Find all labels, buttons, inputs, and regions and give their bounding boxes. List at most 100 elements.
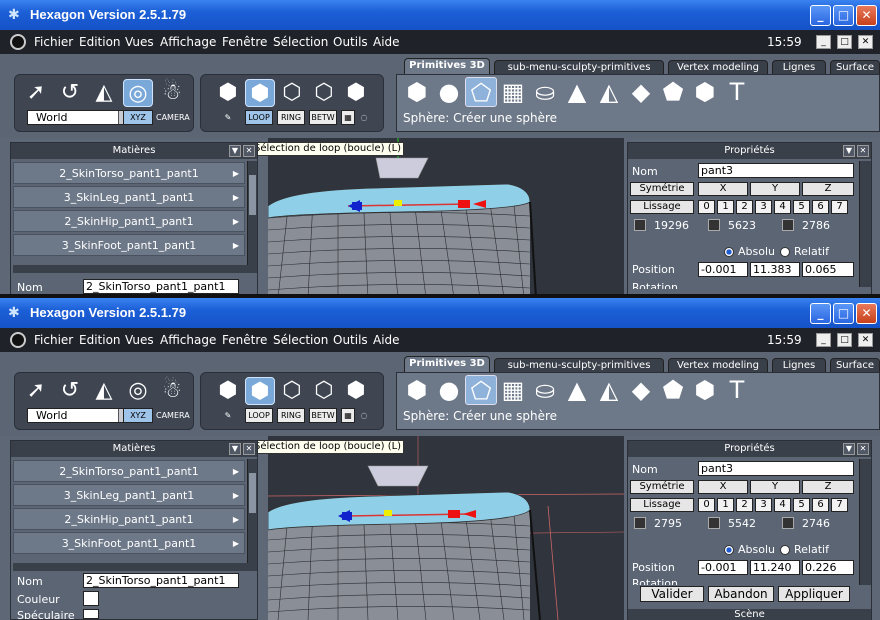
lissage-button[interactable]: Lissage xyxy=(630,498,694,512)
tab-primitives-3d[interactable]: Primitives 3D xyxy=(404,58,490,75)
symetrie-button[interactable]: Symétrie xyxy=(630,182,694,196)
doc-minimize-button[interactable]: _ xyxy=(816,35,831,49)
polyhedron-primitive-icon[interactable]: ⬢ xyxy=(689,77,721,107)
face-select-cube-icon[interactable]: ⬢ xyxy=(245,79,275,107)
tab-lignes[interactable]: Lignes xyxy=(772,358,826,373)
ring-button[interactable]: RING xyxy=(277,110,305,125)
smooth-level-3[interactable]: 3 xyxy=(755,200,772,214)
lissage-button[interactable]: Lissage xyxy=(630,200,694,214)
smooth-level-0[interactable]: 0 xyxy=(698,200,715,214)
smooth-level-4[interactable]: 4 xyxy=(774,200,791,214)
loop-button[interactable]: LOOP xyxy=(245,110,273,125)
maximize-button[interactable]: □ xyxy=(833,303,854,324)
tab-sculpty-primitives[interactable]: sub-menu-sculpty-primitives xyxy=(494,60,664,75)
menu-fichier[interactable]: Fichier xyxy=(34,333,73,347)
tab-vertex-modeling[interactable]: Vertex modeling xyxy=(668,358,768,373)
position-x-field[interactable]: -0.001 xyxy=(698,560,748,575)
minimize-button[interactable]: _ xyxy=(810,303,831,324)
scrollbar-thumb[interactable] xyxy=(249,473,256,513)
menu-selection[interactable]: Sélection xyxy=(273,333,328,347)
camera-button[interactable]: CAMERA xyxy=(155,110,190,125)
rotate-icon[interactable]: ◎ xyxy=(123,79,153,107)
menu-fenetre[interactable]: Fenêtre xyxy=(222,333,267,347)
material-item[interactable]: 2_SkinHip_pant1_pant1 ▶ xyxy=(13,508,245,530)
lasso-icon[interactable]: ↺ xyxy=(55,377,85,405)
panel-collapse-icon[interactable]: ▼ xyxy=(229,145,241,157)
absolu-radio[interactable] xyxy=(724,247,734,257)
abandon-button[interactable]: Abandon xyxy=(708,586,774,602)
point-select-cube-icon[interactable]: ⬡ xyxy=(309,377,339,405)
menu-outils[interactable]: Outils xyxy=(333,35,368,49)
material-name-field[interactable]: 2_SkinTorso_pant1_pant1 xyxy=(83,279,239,294)
edge-select-cube-icon[interactable]: ⬡ xyxy=(277,79,307,107)
cube-primitive-icon[interactable]: ⬢ xyxy=(401,77,433,107)
material-item[interactable]: 3_SkinLeg_pant1_pant1 ▶ xyxy=(13,186,245,208)
position-x-field[interactable]: -0.001 xyxy=(698,262,748,277)
select-arrow-icon[interactable]: ➚ xyxy=(21,79,51,107)
materials-scrollbar[interactable] xyxy=(247,161,257,265)
cylinder-primitive-icon[interactable]: ⛀ xyxy=(529,375,561,405)
doc-close-button[interactable]: ✕ xyxy=(858,333,873,347)
minimize-button[interactable]: _ xyxy=(810,5,831,26)
smooth-level-1[interactable]: 1 xyxy=(717,200,734,214)
point-select-cube-icon[interactable]: ⬡ xyxy=(309,79,339,107)
face-select-cube-icon[interactable]: ⬢ xyxy=(245,377,275,405)
scale-icon[interactable]: ◭ xyxy=(89,79,119,107)
loop-button[interactable]: LOOP xyxy=(245,408,273,423)
material-item[interactable]: 3_SkinFoot_pant1_pant1 ▶ xyxy=(13,234,245,256)
doc-restore-button[interactable]: □ xyxy=(837,333,852,347)
3d-viewport[interactable] xyxy=(268,436,624,620)
object-select-cube-icon[interactable]: ⬢ xyxy=(213,79,243,107)
menu-fichier[interactable]: Fichier xyxy=(34,35,73,49)
rotate-icon[interactable]: ◎ xyxy=(123,377,153,405)
polyhedron-primitive-icon[interactable]: ⬢ xyxy=(689,375,721,405)
panel-close-icon[interactable]: ✕ xyxy=(857,145,869,157)
menu-selection[interactable]: Sélection xyxy=(273,35,328,49)
appliquer-button[interactable]: Appliquer xyxy=(778,586,850,602)
material-item[interactable]: 3_SkinFoot_pant1_pant1 ▶ xyxy=(13,532,245,554)
smooth-level-5[interactable]: 5 xyxy=(793,200,810,214)
scale-icon[interactable]: ◭ xyxy=(89,377,119,405)
grid-select-icon[interactable]: ▦ xyxy=(341,408,355,423)
cube-primitive-icon[interactable]: ⬢ xyxy=(401,375,433,405)
menu-affichage[interactable]: Affichage xyxy=(160,35,216,49)
materials-scrollbar[interactable] xyxy=(247,459,257,563)
pyramid-primitive-icon[interactable]: ◭ xyxy=(593,77,625,107)
menu-aide[interactable]: Aide xyxy=(373,333,400,347)
smooth-level-6[interactable]: 6 xyxy=(812,200,829,214)
auto-select-cube-icon[interactable]: ⬢ xyxy=(341,377,371,405)
menu-affichage[interactable]: Affichage xyxy=(160,333,216,347)
tab-primitives-3d[interactable]: Primitives 3D xyxy=(404,356,490,373)
plane-primitive-icon[interactable]: ▦ xyxy=(497,375,529,405)
plane-primitive-icon[interactable]: ▦ xyxy=(497,77,529,107)
panel-collapse-icon[interactable]: ▼ xyxy=(843,443,855,455)
symmetry-y-button[interactable]: Y xyxy=(750,480,800,494)
auto-select-cube-icon[interactable]: ⬢ xyxy=(341,79,371,107)
menu-aide[interactable]: Aide xyxy=(373,35,400,49)
material-item[interactable]: 2_SkinTorso_pant1_pant1 ▶ xyxy=(13,162,245,184)
panel-close-icon[interactable]: ✕ xyxy=(243,443,255,455)
object-name-field[interactable]: pant3 xyxy=(698,461,854,476)
octahedron-primitive-icon[interactable]: ⬟ xyxy=(657,77,689,107)
menu-edition[interactable]: Edition xyxy=(79,333,121,347)
properties-scrollbar[interactable] xyxy=(859,161,871,287)
coordinate-space-select[interactable]: World▼ xyxy=(27,408,133,423)
material-item[interactable]: 2_SkinHip_pant1_pant1 ▶ xyxy=(13,210,245,232)
doc-minimize-button[interactable]: _ xyxy=(816,333,831,347)
properties-scrollbar[interactable] xyxy=(859,459,871,585)
scrollbar-thumb[interactable] xyxy=(249,175,256,215)
brush-select-icon[interactable]: ✎ xyxy=(213,408,243,423)
camera-button[interactable]: CAMERA xyxy=(155,408,190,423)
absolu-radio[interactable] xyxy=(724,545,734,555)
symmetry-z-button[interactable]: Z xyxy=(802,480,854,494)
tab-surface[interactable]: Surface xyxy=(830,60,880,75)
tab-sculpty-primitives[interactable]: sub-menu-sculpty-primitives xyxy=(494,358,664,373)
panel-close-icon[interactable]: ✕ xyxy=(857,443,869,455)
pyramid-primitive-icon[interactable]: ◭ xyxy=(593,375,625,405)
prism-primitive-icon[interactable]: ◆ xyxy=(625,77,657,107)
tab-surface[interactable]: Surface xyxy=(830,358,880,373)
prism-primitive-icon[interactable]: ◆ xyxy=(625,375,657,405)
xyz-button[interactable]: XYZ xyxy=(123,408,153,423)
tab-lignes[interactable]: Lignes xyxy=(772,60,826,75)
text-primitive-icon[interactable]: T xyxy=(721,77,753,107)
